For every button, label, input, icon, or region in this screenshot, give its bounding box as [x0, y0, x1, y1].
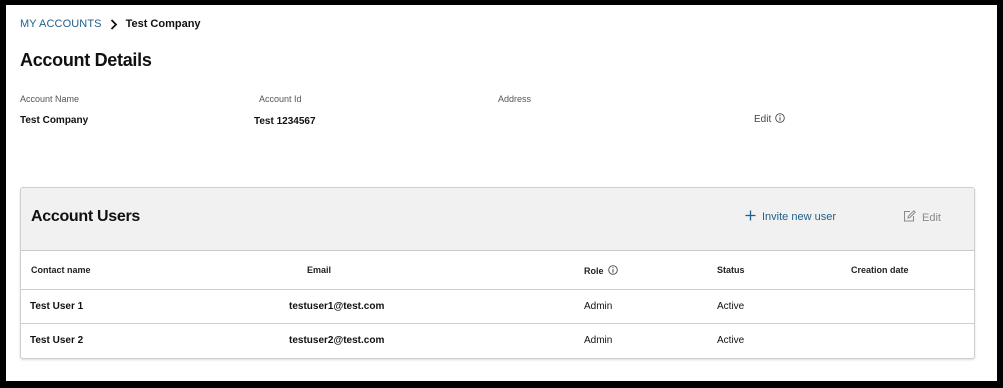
- breadcrumb-my-accounts-link[interactable]: MY ACCOUNTS: [20, 18, 102, 30]
- plus-icon: [745, 210, 756, 224]
- column-header-email-label: Email: [307, 265, 332, 275]
- cell-role: Admin: [584, 301, 613, 312]
- invite-new-user-button[interactable]: Invite new user: [745, 210, 836, 224]
- cell-status: Active: [717, 335, 745, 346]
- page-title: Account Details: [20, 50, 152, 70]
- column-header-role-label: Role: [584, 266, 604, 276]
- cell-status: Active: [717, 301, 745, 312]
- cell-role: Admin: [584, 335, 613, 346]
- account-users-card: Account Users Invite new user Edit Conta…: [20, 187, 975, 359]
- account-users-edit-button[interactable]: Edit: [903, 210, 941, 225]
- screenshot-frame: MY ACCOUNTS Test Company Account Details…: [0, 0, 1003, 388]
- row-divider: [21, 289, 974, 290]
- column-header-creation-date-label: Creation date: [851, 265, 909, 275]
- account-name-label: Account Name: [20, 94, 80, 104]
- edit-icon: [903, 210, 916, 225]
- column-header-status-label: Status: [717, 265, 745, 275]
- row-divider: [21, 323, 974, 324]
- cell-contact-name: Test User 2: [30, 335, 84, 346]
- page: MY ACCOUNTS Test Company Account Details…: [6, 5, 997, 381]
- cell-email: testuser2@test.com: [289, 335, 385, 346]
- cell-contact-name: Test User 1: [30, 301, 84, 312]
- account-users-title: Account Users: [31, 208, 141, 225]
- account-details-edit-label: Edit: [754, 114, 772, 125]
- account-name-value: Test Company: [20, 115, 89, 126]
- column-header-creation-date[interactable]: Creation date: [851, 265, 909, 275]
- account-id-label: Account Id: [259, 94, 302, 104]
- column-header-email[interactable]: Email: [307, 265, 331, 275]
- account-users-header: Account Users Invite new user Edit: [21, 188, 974, 251]
- account-users-edit-label: Edit: [922, 211, 941, 224]
- info-icon[interactable]: [607, 265, 618, 277]
- column-header-contact-name-label: Contact name: [31, 265, 91, 275]
- info-icon[interactable]: [775, 113, 785, 126]
- column-header-status[interactable]: Status: [717, 265, 745, 275]
- cell-email: testuser1@test.com: [289, 301, 385, 312]
- breadcrumb: MY ACCOUNTS Test Company: [20, 15, 201, 33]
- chevron-right-icon: [110, 18, 118, 30]
- breadcrumb-current: Test Company: [125, 18, 201, 30]
- invite-new-user-label: Invite new user: [762, 211, 836, 223]
- account-id-value: Test 1234567: [254, 116, 316, 127]
- column-header-role[interactable]: Role: [584, 265, 618, 277]
- address-label: Address: [498, 94, 532, 104]
- column-header-contact-name[interactable]: Contact name: [31, 265, 91, 275]
- account-details-edit-button[interactable]: Edit: [754, 113, 785, 126]
